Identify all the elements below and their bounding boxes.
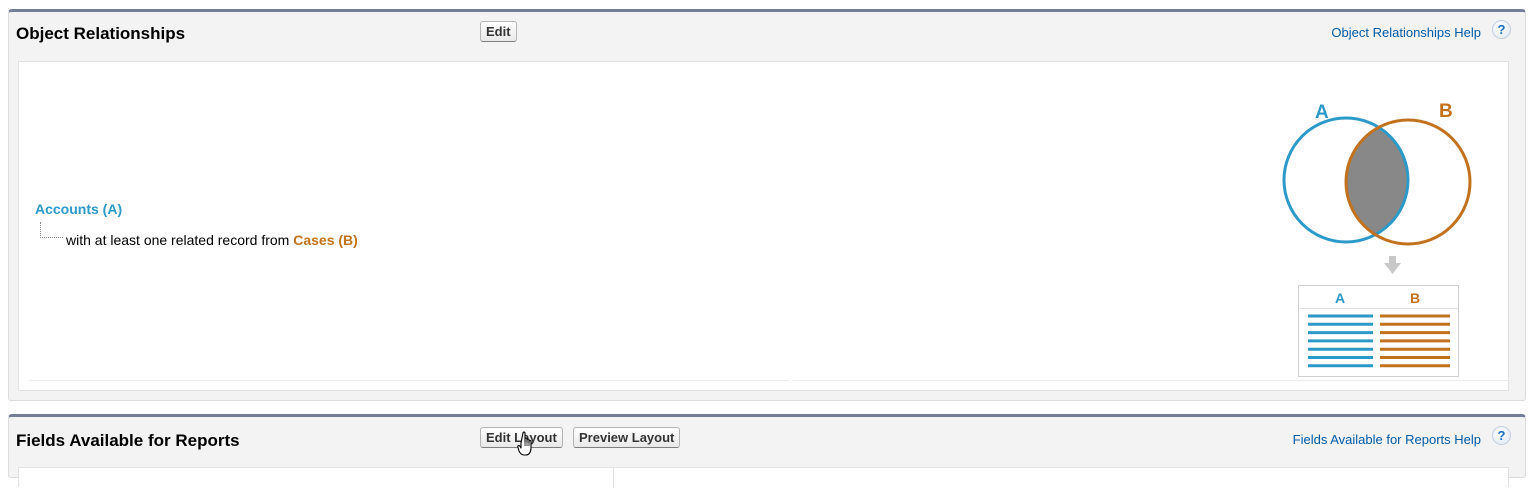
- help-icon[interactable]: ?: [1492, 20, 1511, 39]
- table-rows-a: [1308, 314, 1373, 368]
- help-icon[interactable]: ?: [1492, 426, 1511, 445]
- join-diagram: A B A B: [1282, 101, 1472, 377]
- divider-left: [29, 380, 789, 381]
- table-header-a: A: [1335, 290, 1345, 306]
- relationship-text: with at least one related record from: [66, 232, 290, 248]
- relationship-content: Accounts (A) with at least one related r…: [18, 61, 1513, 391]
- primary-object-label: Accounts (A): [35, 201, 123, 217]
- arrow-down-icon: [1384, 256, 1401, 274]
- object-relationships-help-link[interactable]: Object Relationships Help: [1331, 25, 1481, 40]
- fields-content: [18, 467, 1509, 488]
- secondary-object-label: Cases (B): [293, 232, 358, 248]
- object-relationships-section: Object Relationships Edit Object Relatio…: [8, 9, 1526, 401]
- result-table-icon: A B: [1298, 285, 1459, 377]
- fields-available-help-link[interactable]: Fields Available for Reports Help: [1293, 432, 1481, 447]
- column-divider: [613, 468, 614, 488]
- section-title: Object Relationships: [16, 24, 186, 43]
- venn-label-b: B: [1439, 101, 1453, 122]
- table-rows-b: [1380, 314, 1450, 368]
- hand-cursor-icon: [517, 431, 532, 456]
- section-title: Fields Available for Reports: [16, 431, 240, 450]
- edit-button[interactable]: Edit: [480, 21, 517, 42]
- relationship-description: with at least one related record from Ca…: [66, 232, 358, 248]
- preview-layout-button[interactable]: Preview Layout: [573, 427, 681, 448]
- fields-available-section: Fields Available for Reports Edit Layout…: [8, 414, 1526, 488]
- tree-connector: [40, 222, 63, 238]
- table-header-b: B: [1410, 290, 1420, 306]
